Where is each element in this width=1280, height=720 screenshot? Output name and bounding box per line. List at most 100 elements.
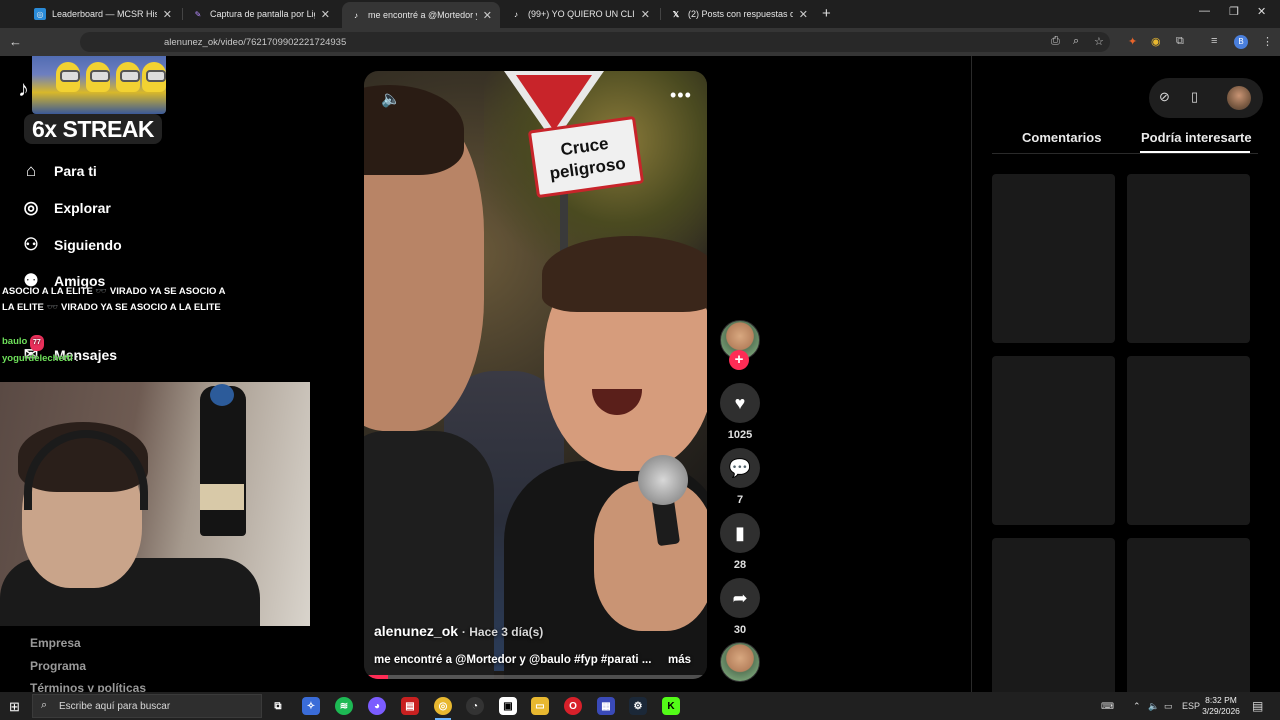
install-app-icon[interactable]: ⎙	[1051, 35, 1060, 48]
following-icon: ⚇	[23, 235, 39, 254]
user-avatar[interactable]	[1227, 86, 1251, 110]
app-icon[interactable]: ▦	[597, 697, 615, 715]
video-person-left	[364, 431, 494, 679]
chrome-icon[interactable]: ◎	[434, 697, 452, 715]
more-options-icon[interactable]: •••	[670, 85, 692, 106]
recommended-video-thumbnail[interactable]	[992, 174, 1115, 343]
close-tab-icon[interactable]: ✕	[799, 8, 808, 21]
tab-title: Leaderboard — MCSR Hispano	[52, 9, 157, 19]
extensions-puzzle-icon[interactable]: ⧉	[1176, 35, 1184, 48]
browser-tab-active[interactable]: ♪ me encontré a @Mortedor y @ ✕	[342, 2, 500, 28]
volume-tray-icon[interactable]: 🔈	[1148, 701, 1159, 712]
obs-icon[interactable]: ◔	[466, 697, 484, 715]
new-tab-button[interactable]: +	[822, 5, 831, 22]
recommended-video-thumbnail[interactable]	[1127, 356, 1250, 525]
footer-link-program[interactable]: Programa	[30, 659, 86, 673]
recommended-video-thumbnail[interactable]	[992, 356, 1115, 525]
keyboard-icon[interactable]: ⌨	[1101, 701, 1114, 712]
close-window-icon[interactable]: ✕	[1257, 5, 1266, 18]
caption-more-link[interactable]: más	[668, 654, 691, 666]
follow-plus-icon[interactable]: +	[729, 350, 749, 370]
close-tab-icon[interactable]: ✕	[321, 8, 330, 21]
right-toolbar: ⊘ ▯	[1149, 78, 1263, 118]
video-author[interactable]: alenunez_ok · Hace 3 día(s)	[374, 623, 543, 639]
post-time: · Hace 3 día(s)	[461, 625, 544, 639]
mannequin	[200, 384, 246, 536]
kick-icon[interactable]: K	[662, 697, 680, 715]
steam-icon[interactable]: ⚙	[629, 697, 647, 715]
browser-tab[interactable]: ♪ (99+) YO QUIERO UN CLICK, UN ✕	[502, 4, 658, 24]
tab-comments[interactable]: Comentarios	[1022, 130, 1101, 145]
video-player[interactable]: Cruce peligroso 🔈 ••• alenunez_ok · Hace…	[364, 71, 707, 679]
restore-icon[interactable]: ❐	[1229, 5, 1239, 18]
extension-icon[interactable]: ✦	[1128, 35, 1137, 48]
tab-separator	[660, 8, 661, 20]
extension-icon[interactable]: ◉	[1151, 35, 1161, 48]
browser-tab[interactable]: ✎ Captura de pantalla por Lightsh ✕	[184, 4, 338, 24]
profile-avatar[interactable]: B	[1234, 35, 1248, 49]
like-button[interactable]: ♥	[720, 383, 760, 423]
chat-message: yogurdelechetti :	[2, 351, 252, 367]
share-button[interactable]: ➦	[720, 578, 760, 618]
file-explorer-icon[interactable]: ▭	[531, 697, 549, 715]
video-hand	[594, 481, 707, 631]
recommended-video-thumbnail[interactable]	[992, 538, 1115, 692]
tab-separator	[182, 8, 183, 20]
active-tab-indicator	[1140, 151, 1250, 153]
close-tab-icon[interactable]: ✕	[163, 8, 172, 21]
close-tab-icon[interactable]: ✕	[483, 9, 492, 22]
notifications-icon[interactable]: ▤	[1252, 699, 1263, 713]
comment-button[interactable]: 💬	[720, 448, 760, 488]
recommended-video-thumbnail[interactable]	[1127, 174, 1250, 343]
nav-item-following[interactable]: ⚇ Siguiendo	[20, 234, 122, 256]
bookmark-star-icon[interactable]: ☆	[1094, 35, 1104, 48]
discord-icon[interactable]: ◕	[368, 697, 386, 715]
taskbar-clock[interactable]: 8:32 PM 3/29/2026	[1198, 695, 1244, 717]
volume-icon[interactable]: 🔈	[381, 89, 401, 109]
minimize-icon[interactable]: —	[1199, 5, 1210, 17]
minion-figure	[56, 62, 80, 92]
menu-kebab-icon[interactable]: ⋮	[1262, 35, 1273, 48]
windows-start-icon[interactable]: ⊞	[9, 699, 20, 715]
close-tab-icon[interactable]: ✕	[641, 8, 650, 21]
comment-bubble-icon: 💬	[728, 457, 752, 478]
minion-figure	[142, 62, 166, 92]
browser-tab[interactable]: ◎ Leaderboard — MCSR Hispano ✕	[26, 4, 180, 24]
media-control-icon[interactable]: ≡	[1211, 35, 1217, 47]
chat-message: baulo 77	[2, 334, 252, 351]
recommended-video-thumbnail[interactable]	[1127, 538, 1250, 692]
opera-icon[interactable]: O	[564, 697, 582, 715]
sound-avatar[interactable]	[720, 642, 760, 682]
save-button[interactable]: ▮	[720, 513, 760, 553]
taskbar-search[interactable]: ⌕ Escribe aquí para buscar	[32, 694, 262, 718]
capcut-icon[interactable]: ▣	[499, 697, 517, 715]
video-progress-bar[interactable]	[364, 675, 707, 679]
tray-chevron-icon[interactable]: ⌃	[1133, 701, 1141, 712]
news-app-icon[interactable]: ▤	[401, 697, 419, 715]
browser-tab[interactable]: 𝕏 (2) Posts con respuestas de bau ✕	[662, 4, 816, 24]
footer-link-terms[interactable]: Términos y políticas	[30, 681, 146, 692]
tiktok-logo-icon[interactable]: ♪	[18, 76, 29, 102]
footer-link-company[interactable]: Empresa	[30, 636, 81, 650]
tab-recommended[interactable]: Podría interesarte	[1141, 130, 1252, 145]
phone-app-icon[interactable]: ▯	[1191, 89, 1198, 105]
tiktok-page: ♪ ⌂ Para ti ◎ Explorar ⚇ Siguiendo ⚉ Ami…	[0, 56, 1280, 692]
video-hair-right	[542, 236, 707, 312]
right-panel: ⊘ ▯ Comentarios Podría interesarte	[971, 56, 1280, 692]
spotify-icon[interactable]: ≋	[335, 697, 353, 715]
messages-badge: 77	[29, 335, 44, 351]
nav-item-explore[interactable]: ◎ Explorar	[20, 197, 111, 219]
back-arrow-icon[interactable]: ←	[9, 34, 22, 49]
globe-icon: ◎	[34, 8, 46, 20]
copilot-icon[interactable]: ✧	[302, 697, 320, 715]
nav-label: Siguiendo	[54, 237, 122, 253]
chat-message: LA ELITE 🕶️ VIRADO YA SE ASOCIO A LA ELI…	[2, 302, 221, 313]
search-icon: ⌕	[41, 699, 48, 711]
network-icon[interactable]: ▭	[1164, 701, 1173, 712]
url-field[interactable]: alenunez_ok/video/7621709902221724935	[80, 32, 1110, 52]
explore-compass-icon[interactable]: ⊘	[1159, 89, 1170, 105]
task-view-icon[interactable]: ⧉	[269, 697, 287, 715]
nav-item-for-you[interactable]: ⌂ Para ti	[20, 160, 97, 182]
zoom-icon[interactable]: ⌕	[1073, 35, 1079, 48]
author-username[interactable]: alenunez_ok	[374, 623, 458, 639]
